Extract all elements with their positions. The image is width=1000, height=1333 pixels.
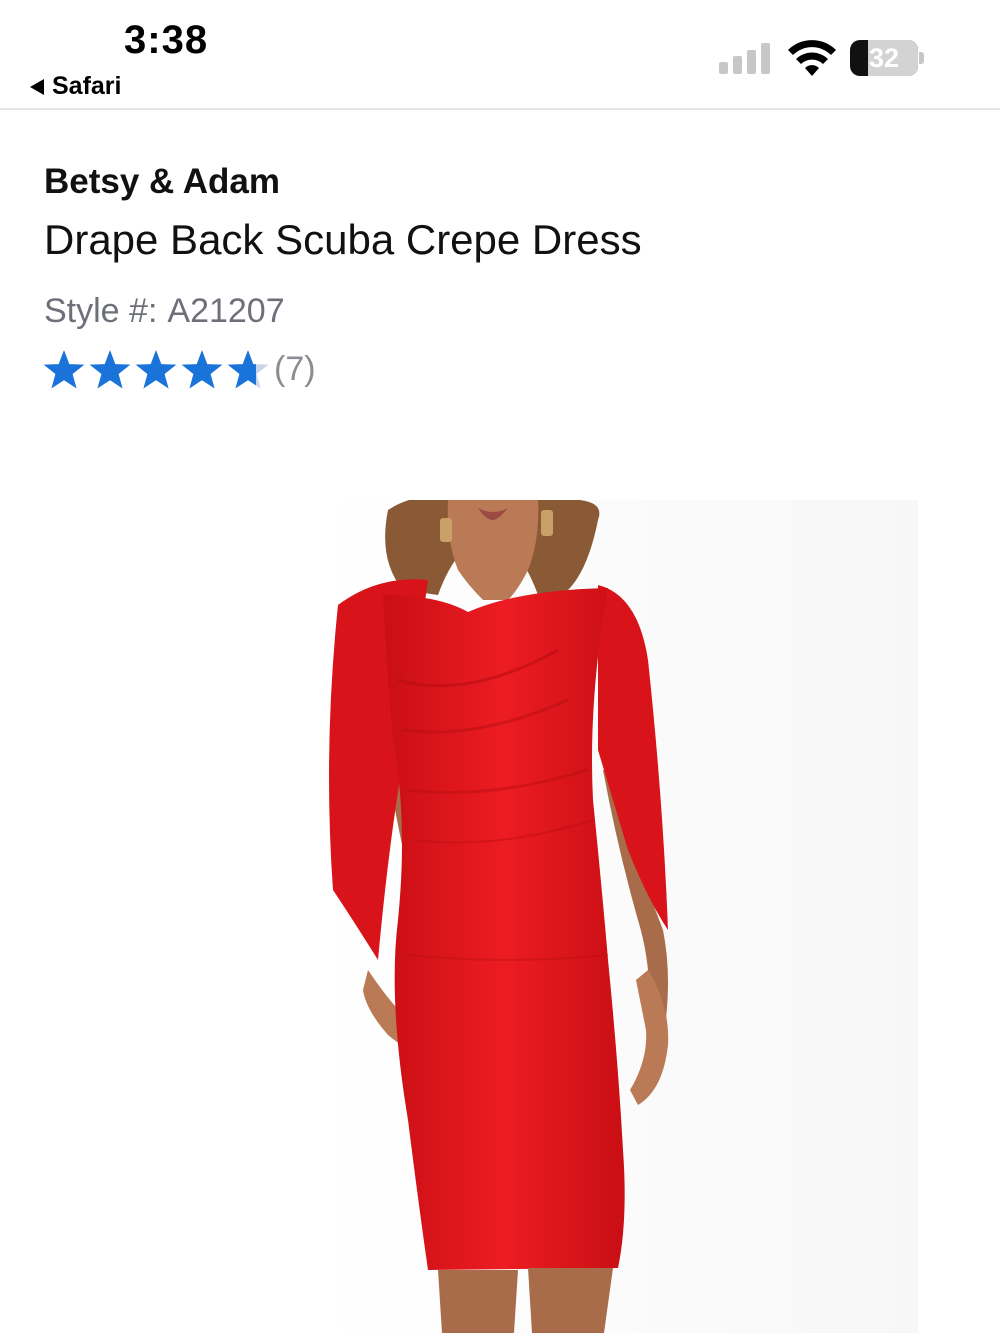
- star-icon: [89, 350, 131, 389]
- star-icon: [181, 350, 223, 389]
- clock: 3:38: [124, 18, 209, 62]
- product-image[interactable]: [318, 500, 918, 1333]
- rating-stars: [42, 348, 270, 390]
- back-arrow-icon: [30, 78, 44, 95]
- battery-icon: 32: [850, 40, 918, 76]
- status-bar: 3:38 Safari 32: [0, 0, 1000, 110]
- star-icon: [135, 350, 177, 389]
- back-to-safari-button[interactable]: Safari: [30, 72, 121, 101]
- wifi-icon: [788, 40, 836, 76]
- cellular-signal-icon: [719, 42, 770, 74]
- back-label: Safari: [52, 72, 122, 100]
- star-icon: [43, 350, 85, 389]
- style-label: Style #:: [44, 292, 158, 330]
- style-number-line: Style #: A21207: [44, 292, 285, 331]
- star-icon: [227, 350, 269, 389]
- rating[interactable]: (7): [42, 348, 316, 390]
- product-title: Drape Back Scuba Crepe Dress: [44, 216, 642, 263]
- dress-photo: [318, 500, 918, 1333]
- battery-tip: [919, 52, 924, 64]
- brand-name[interactable]: Betsy & Adam: [44, 162, 280, 202]
- review-count[interactable]: (7): [274, 350, 316, 389]
- style-number: A21207: [167, 292, 285, 330]
- battery-percent: 32: [868, 42, 900, 73]
